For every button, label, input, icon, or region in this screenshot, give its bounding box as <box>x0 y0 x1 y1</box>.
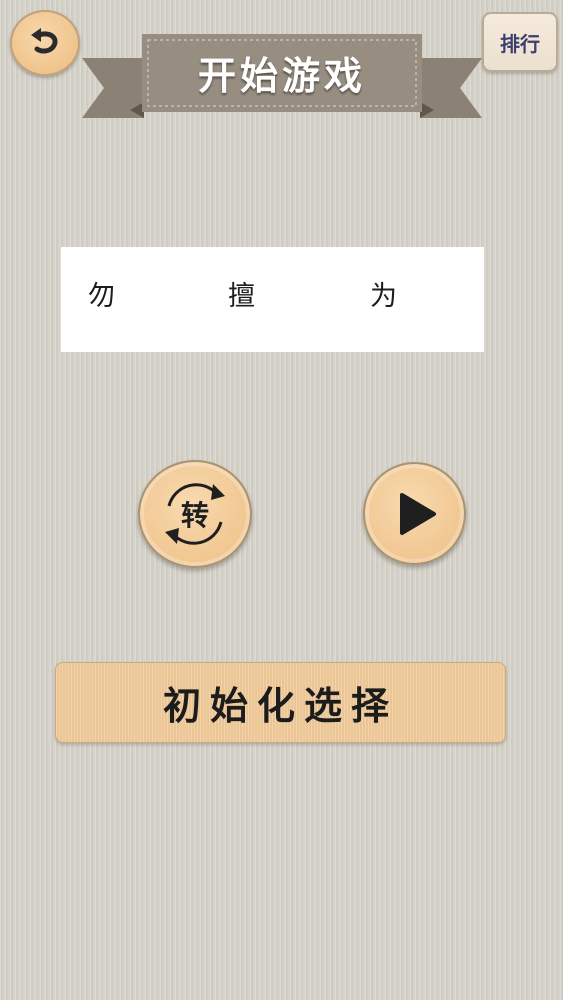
word-char-3[interactable]: 为 <box>370 277 397 317</box>
title-ribbon: 开始游戏 <box>82 30 482 130</box>
reset-selection-label: 初始化选择 <box>162 684 398 728</box>
rotate-label: 转 <box>180 499 209 532</box>
ranking-button[interactable]: 排行 <box>482 12 558 72</box>
play-icon <box>399 492 436 535</box>
word-display-panel: 勿 擅 为 <box>61 247 484 352</box>
reset-selection-button[interactable]: 初始化选择 <box>55 662 506 743</box>
rotate-button[interactable]: 转 <box>138 460 252 568</box>
word-char-1[interactable]: 勿 <box>88 277 115 317</box>
back-button[interactable] <box>10 10 80 76</box>
rotate-icon: 转 <box>153 472 237 556</box>
word-char-2[interactable]: 擅 <box>228 277 255 317</box>
play-button[interactable] <box>363 462 466 565</box>
page-title: 开始游戏 <box>197 53 366 98</box>
back-arrow-icon <box>31 28 58 54</box>
